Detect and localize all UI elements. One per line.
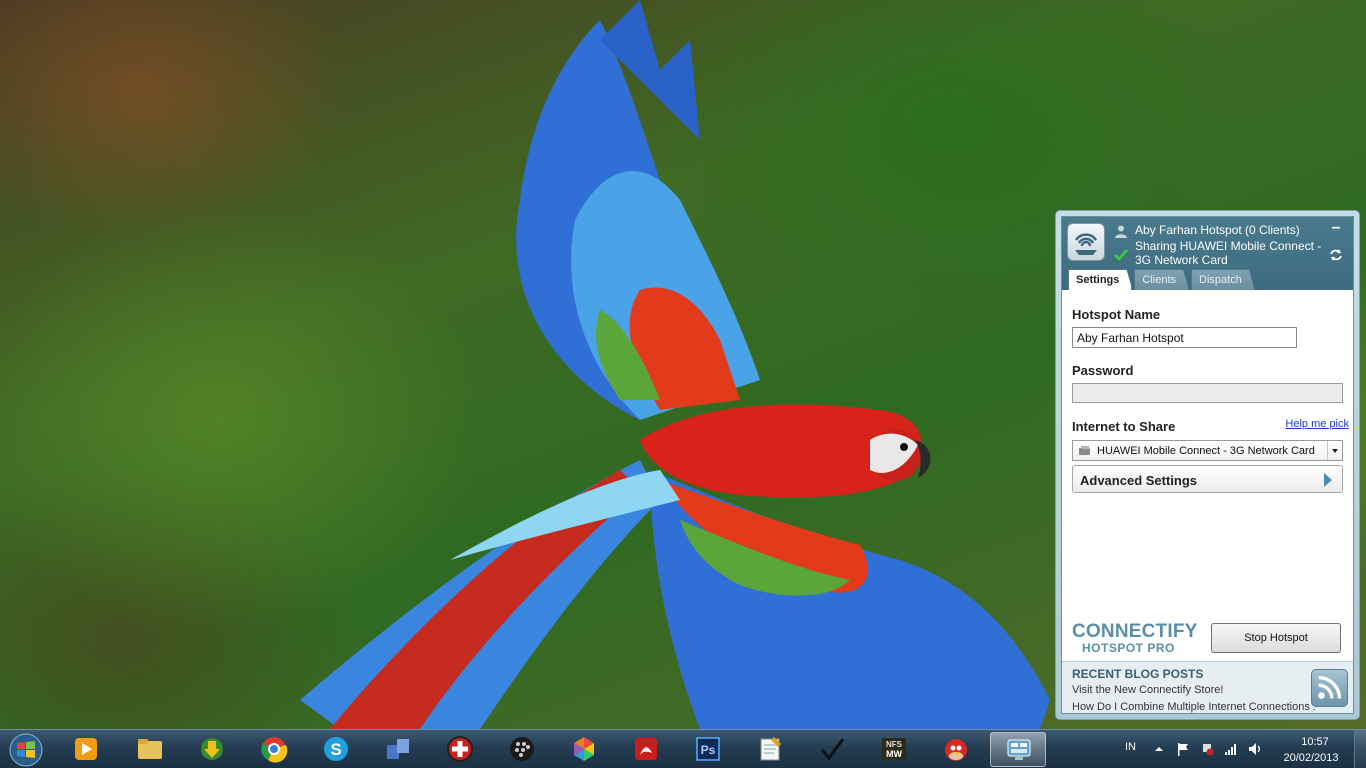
chevron-down-icon[interactable] (1327, 441, 1342, 460)
hotspot-title: Aby Farhan Hotspot (0 Clients) (1135, 223, 1300, 237)
expand-arrow-icon (1324, 473, 1332, 487)
taskbar: S Ps NFS MW IN 10:57 20/02/2013 (0, 729, 1366, 768)
angry-birds-button[interactable] (928, 732, 984, 767)
svg-text:NFS: NFS (886, 740, 903, 749)
modem-icon (1079, 446, 1090, 455)
internet-to-share-label: Internet to Share (1072, 419, 1176, 434)
nfs-game-icon: NFSMW (882, 738, 906, 760)
picasa-button[interactable] (556, 732, 612, 767)
show-hidden-icons-icon[interactable] (1152, 742, 1166, 756)
chrome-icon (261, 737, 288, 763)
windows-live-button[interactable] (370, 732, 426, 767)
hotspot-pro-brand: HOTSPOT PRO (1082, 641, 1175, 655)
svg-text:Ps: Ps (701, 743, 716, 757)
checkmark-app-button[interactable] (804, 732, 860, 767)
blog-post-link[interactable]: How Do I Combine Multiple Internet Conne… (1072, 701, 1316, 713)
password-label: Password (1072, 363, 1134, 378)
internet-source-value: HUAWEI Mobile Connect - 3G Network Card (1097, 445, 1315, 457)
clock-date[interactable]: 20/02/2013 (1280, 752, 1342, 764)
connectify-panel: Aby Farhan Hotspot (0 Clients) Sharing H… (1061, 216, 1354, 714)
advanced-settings-label: Advanced Settings (1080, 473, 1198, 488)
svg-text:MW: MW (886, 749, 902, 759)
password-input[interactable] (1072, 383, 1343, 403)
skype-icon: S (324, 737, 348, 761)
language-indicator[interactable]: IN (1125, 741, 1136, 753)
media-player-button[interactable] (58, 732, 114, 767)
show-desktop-button[interactable] (1354, 730, 1366, 768)
picasa-icon (574, 737, 594, 761)
connectify-window: Aby Farhan Hotspot (0 Clients) Sharing H… (1055, 210, 1360, 720)
action-center-flag-icon[interactable] (1176, 742, 1190, 756)
clock-time[interactable]: 10:57 (1297, 736, 1333, 748)
photoshop-icon: Ps (696, 737, 720, 761)
blackberry-icon (510, 737, 534, 761)
blackberry-button[interactable] (494, 732, 550, 767)
rss-icon[interactable] (1311, 669, 1348, 707)
sharing-status: Sharing HUAWEI Mobile Connect - 3G Netwo… (1135, 239, 1322, 267)
user-icon (1115, 225, 1127, 238)
help-me-pick-link[interactable]: Help me pick (1285, 418, 1349, 430)
advanced-settings-button[interactable]: Advanced Settings (1072, 465, 1343, 493)
settings-panel: Hotspot Name Password Internet to Share … (1062, 290, 1353, 713)
chrome-button[interactable] (246, 732, 302, 767)
windows-logo-icon (9, 733, 43, 767)
acrobat-icon (635, 738, 657, 760)
acrobat-button[interactable] (618, 732, 674, 767)
connectify-header: Aby Farhan Hotspot (0 Clients) Sharing H… (1062, 217, 1353, 290)
stop-hotspot-button[interactable]: Stop Hotspot (1211, 623, 1341, 653)
minimize-button[interactable]: – (1329, 220, 1343, 237)
download-manager-button[interactable] (184, 732, 240, 767)
explorer-button[interactable] (122, 732, 178, 767)
connectify-icon (1007, 739, 1031, 760)
connectify-taskbar-button[interactable] (990, 732, 1046, 767)
svg-text:S: S (330, 740, 341, 759)
tab-clients[interactable]: Clients (1134, 269, 1189, 290)
blue-squares-icon (387, 739, 409, 759)
globe-download-icon (201, 738, 223, 760)
folder-icon (138, 739, 162, 759)
checkmark-icon (820, 738, 845, 761)
blog-title: RECENT BLOG POSTS (1072, 667, 1204, 681)
red-cross-icon (447, 736, 473, 762)
check-icon (1114, 249, 1128, 261)
tab-dispatch[interactable]: Dispatch (1191, 269, 1255, 290)
media-player-icon (75, 738, 97, 760)
rescue-button[interactable] (432, 732, 488, 767)
volume-icon[interactable] (1248, 742, 1262, 756)
start-button[interactable] (5, 732, 47, 767)
refresh-icon[interactable] (1329, 248, 1343, 262)
connectify-logo-icon (1067, 223, 1105, 261)
hotspot-name-label: Hotspot Name (1072, 307, 1161, 322)
skype-button[interactable]: S (308, 732, 364, 767)
internet-source-select[interactable]: HUAWEI Mobile Connect - 3G Network Card (1072, 440, 1343, 461)
blog-post-link[interactable]: Visit the New Connectify Store! (1072, 684, 1223, 696)
tab-settings[interactable]: Settings (1068, 269, 1132, 290)
notepad-button[interactable] (742, 732, 798, 767)
notepad-icon (760, 737, 781, 761)
signal-strength-icon[interactable] (1224, 742, 1238, 756)
angry-birds-icon (945, 739, 967, 761)
photoshop-button[interactable]: Ps (680, 732, 736, 767)
nfs-most-wanted-button[interactable]: NFS MW (866, 732, 922, 767)
connectify-brand: CONNECTIFY (1072, 621, 1198, 642)
hotspot-name-input[interactable] (1072, 327, 1297, 348)
blog-panel: RECENT BLOG POSTS Visit the New Connecti… (1062, 661, 1353, 713)
tab-bar: Settings Clients Dispatch (1068, 269, 1257, 290)
hardware-eject-icon[interactable] (1200, 742, 1214, 756)
